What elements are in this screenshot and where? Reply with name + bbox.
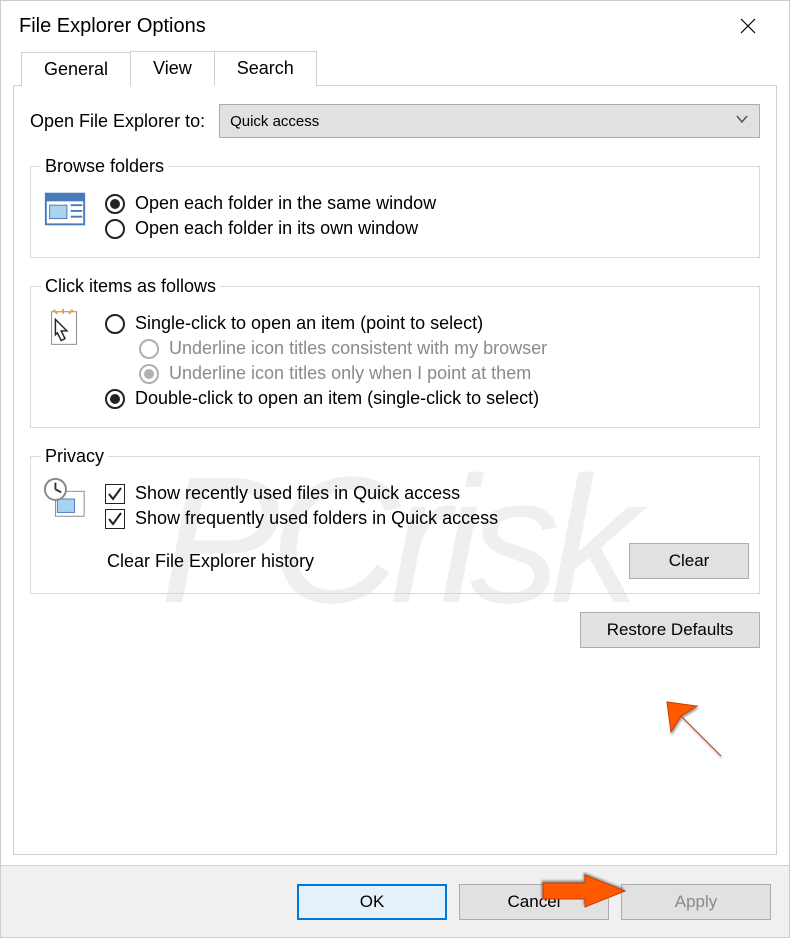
- clear-button[interactable]: Clear: [629, 543, 749, 579]
- radio-underline-browser-label: Underline icon titles consistent with my…: [169, 338, 547, 359]
- privacy-legend: Privacy: [41, 446, 108, 467]
- titlebar: File Explorer Options: [1, 1, 789, 51]
- radio-underline-point-label: Underline icon titles only when I point …: [169, 363, 531, 384]
- browse-folders-group: Browse folders Open each folder in the s…: [30, 156, 760, 258]
- radio-single-click-label: Single-click to open an item (point to s…: [135, 313, 483, 334]
- radio-underline-browser: [139, 339, 159, 359]
- folder-window-icon: [41, 185, 89, 233]
- cursor-click-icon: [41, 305, 89, 353]
- radio-single-click[interactable]: [105, 314, 125, 334]
- chevron-down-icon: [735, 112, 749, 130]
- tab-view[interactable]: View: [130, 51, 215, 86]
- close-button[interactable]: [725, 10, 771, 42]
- radio-double-click-label: Double-click to open an item (single-cli…: [135, 388, 539, 409]
- open-explorer-row: Open File Explorer to: Quick access: [30, 104, 760, 138]
- radio-own-window-label: Open each folder in its own window: [135, 218, 418, 239]
- checkbox-recent-files[interactable]: [105, 484, 125, 504]
- close-icon: [740, 18, 756, 34]
- tab-general[interactable]: General: [21, 52, 131, 87]
- radio-own-window[interactable]: [105, 219, 125, 239]
- open-explorer-dropdown[interactable]: Quick access: [219, 104, 760, 138]
- checkbox-frequent-folders[interactable]: [105, 509, 125, 529]
- cancel-button[interactable]: Cancel: [459, 884, 609, 920]
- radio-underline-point: [139, 364, 159, 384]
- restore-defaults-button[interactable]: Restore Defaults: [580, 612, 760, 648]
- dialog-button-bar: OK Cancel Apply: [1, 865, 789, 937]
- clear-history-label: Clear File Explorer history: [107, 551, 314, 572]
- radio-same-window-label: Open each folder in the same window: [135, 193, 436, 214]
- window-title: File Explorer Options: [19, 15, 206, 38]
- radio-double-click[interactable]: [105, 389, 125, 409]
- open-explorer-value: Quick access: [230, 113, 319, 130]
- checkbox-recent-files-label: Show recently used files in Quick access: [135, 483, 460, 504]
- radio-same-window[interactable]: [105, 194, 125, 214]
- privacy-group: Privacy Show recently used files in Quic…: [30, 446, 760, 594]
- apply-button: Apply: [621, 884, 771, 920]
- history-clock-icon: [41, 475, 89, 523]
- tab-search[interactable]: Search: [214, 51, 317, 86]
- click-items-group: Click items as follows Single-click to o…: [30, 276, 760, 428]
- checkbox-frequent-folders-label: Show frequently used folders in Quick ac…: [135, 508, 498, 529]
- open-explorer-label: Open File Explorer to:: [30, 111, 205, 132]
- tab-panel-general: PCrisk Open File Explorer to: Quick acce…: [13, 85, 777, 855]
- restore-row: Restore Defaults: [30, 612, 760, 648]
- click-items-legend: Click items as follows: [41, 276, 220, 297]
- tab-strip: General View Search: [1, 51, 789, 86]
- browse-folders-legend: Browse folders: [41, 156, 168, 177]
- dialog-window: File Explorer Options General View Searc…: [0, 0, 790, 938]
- ok-button[interactable]: OK: [297, 884, 447, 920]
